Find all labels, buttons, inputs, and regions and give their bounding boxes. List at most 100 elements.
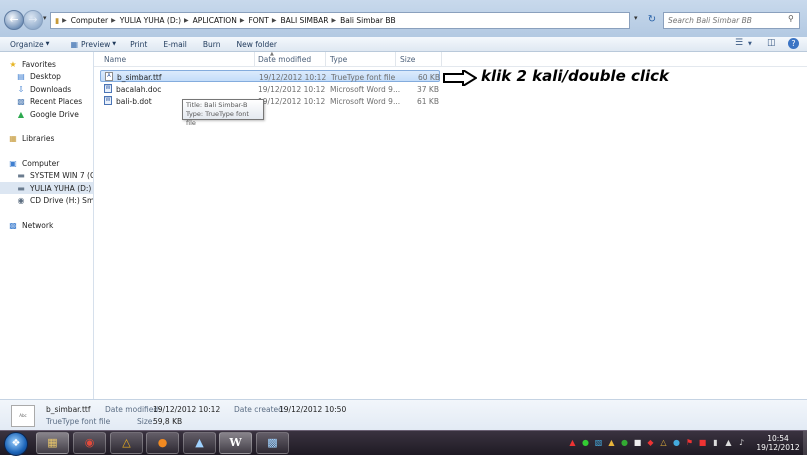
tray-antivirus-icon[interactable]: ◆ [646,438,655,447]
crumb-aplication[interactable]: APLICATION [193,16,237,25]
column-type[interactable]: Type [330,55,347,64]
tray-update-icon[interactable]: ● [620,438,629,447]
tray-app-icon[interactable]: ▲ [568,438,577,447]
tray-network-icon[interactable]: ▧ [594,438,603,447]
word-taskbar-icon[interactable]: W [219,432,252,454]
nav-system-drive[interactable]: ▬ SYSTEM WIN 7 (C:) [16,169,93,181]
file-date: 19/12/2012 10:12 [259,73,327,82]
file-date: 19/12/2012 10:12 [258,97,326,106]
search-input[interactable] [663,12,800,29]
computer-icon: ▣ [9,158,17,168]
preview-icon: ▦ [70,39,79,49]
start-button[interactable]: ❖ [4,432,28,456]
address-dropdown-icon[interactable]: ▾ [634,14,638,22]
column-name[interactable]: Name [104,55,126,64]
nav-favorites[interactable]: ★ Favorites [8,58,93,70]
column-divider[interactable] [325,52,326,66]
volume-icon[interactable]: ♪ [737,438,746,447]
breadcrumb[interactable]: ▮ ▶ Computer ▶ YULIA YUHA (D:) ▶ APLICAT… [50,12,630,29]
column-size[interactable]: Size [400,55,415,64]
crumb-computer[interactable]: Computer [71,16,108,25]
refresh-icon[interactable]: ↻ [645,13,659,27]
file-name: bali-b.dot [116,97,152,106]
tray-warning-icon[interactable]: ▲ [607,438,616,447]
hard-drive-icon: ▬ [17,183,25,193]
chevron-right-icon[interactable]: ▶ [184,17,189,24]
new-folder-button[interactable]: New folder [236,40,277,49]
tooltip-type: Type: TrueType font file [186,110,249,127]
control-panel-taskbar-icon[interactable]: ▩ [256,432,289,454]
window-taskbar-icon[interactable]: ▲ [183,432,216,454]
chevron-down-icon[interactable]: ▼ [748,41,752,47]
command-bar: Organize ▼ ▦ Preview ▼ Print E-mail Burn… [0,37,807,52]
tray-flag-icon[interactable]: ⚑ [685,438,694,447]
nav-recent-places[interactable]: ▩ Recent Places [16,95,93,107]
firefox-taskbar-icon[interactable]: ● [146,432,179,454]
crumb-bali-simbar[interactable]: BALI SIMBAR [280,16,328,25]
crumb-font[interactable]: FONT [248,16,268,25]
crumb-drive[interactable]: YULIA YUHA (D:) [120,16,181,25]
explorer-taskbar-icon[interactable]: ▦ [36,432,69,454]
preview-pane-icon[interactable]: ◫ [767,38,776,48]
chevron-right-icon[interactable]: ▶ [62,17,67,24]
nav-network[interactable]: ▩ Network [8,219,93,231]
tray-vlc-icon[interactable]: △ [659,438,668,447]
cd-drive-icon: ◉ [17,195,25,205]
tray-usb-icon[interactable]: ■ [633,438,642,447]
file-type: TrueType font file [331,73,396,82]
address-bar: ← → ▾ ▮ ▶ Computer ▶ YULIA YUHA (D:) ▶ A… [0,0,807,38]
tray-drive-icon[interactable]: ● [581,438,590,447]
hard-drive-icon: ▬ [17,170,25,180]
nav-desktop[interactable]: ▤ Desktop [16,70,93,82]
chrome-taskbar-icon[interactable]: ◉ [73,432,106,454]
nav-cd-drive[interactable]: ◉ CD Drive (H:) Smartf [16,194,94,206]
details-date-created-value: 19/12/2012 10:50 [279,405,347,414]
word-template-icon: W [104,96,112,105]
desktop-icon: ▤ [17,71,25,81]
vlc-taskbar-icon[interactable]: △ [110,432,143,454]
nav-google-drive[interactable]: ▲ Google Drive [16,108,93,120]
file-row[interactable]: W bacalah.doc 19/12/2012 10:12 Microsoft… [100,83,440,95]
crumb-bali-simbar-bb[interactable]: Bali Simbar BB [340,16,396,25]
change-view-icon[interactable]: ☰ [735,38,743,48]
file-size: 61 KB [417,97,439,106]
email-button[interactable]: E-mail [163,40,187,49]
nav-computer[interactable]: ▣ Computer [8,157,93,169]
column-divider[interactable] [395,52,396,66]
font-file-thumbnail-icon: Abc [11,405,35,427]
chevron-right-icon[interactable]: ▶ [272,17,277,24]
nav-downloads[interactable]: ⇩ Downloads [16,83,93,95]
nav-data-drive[interactable]: ▬ YULIA YUHA (D:) [0,182,93,194]
recent-places-icon: ▩ [17,96,25,106]
print-button[interactable]: Print [130,40,147,49]
nav-libraries[interactable]: ▦ Libraries [8,132,93,144]
system-clock[interactable]: 10:54 19/12/2012 [755,434,801,452]
back-arrow-icon[interactable]: ← [4,10,24,30]
tray-signal-icon[interactable]: ▲ [724,438,733,447]
annotation-text: klik 2 kali/double click [481,67,670,85]
tray-battery-icon[interactable]: ▮ [711,438,720,447]
star-icon: ★ [9,59,17,69]
burn-button[interactable]: Burn [203,40,221,49]
search-icon[interactable]: ⚲ [788,14,794,23]
google-drive-icon: ▲ [17,109,25,119]
chevron-right-icon[interactable]: ▶ [240,17,245,24]
forward-arrow-icon[interactable]: → [23,10,43,30]
recent-pages-dropdown-icon[interactable]: ▾ [43,14,47,22]
organize-button[interactable]: Organize ▼ [10,40,49,49]
tray-bluetooth-icon[interactable]: ● [672,438,681,447]
show-desktop-button[interactable] [803,431,807,455]
column-divider[interactable] [254,52,255,66]
help-icon[interactable]: ? [788,38,799,49]
file-row[interactable]: W bali-b.dot 19/12/2012 10:12 Microsoft … [100,95,440,107]
chevron-right-icon[interactable]: ▶ [111,17,116,24]
details-filename: b_simbar.ttf [46,405,91,414]
column-date-modified[interactable]: Date modified [258,55,311,64]
organize-label: Organize [10,39,44,49]
tray-security-icon[interactable]: ■ [698,438,707,447]
details-date-created-label: Date created: [234,405,286,414]
chevron-right-icon[interactable]: ▶ [331,17,336,24]
column-divider[interactable] [441,52,442,66]
file-row[interactable]: A b_simbar.ttf 19/12/2012 10:12 TrueType… [100,70,440,82]
preview-button[interactable]: ▦ Preview ▼ [70,40,116,49]
